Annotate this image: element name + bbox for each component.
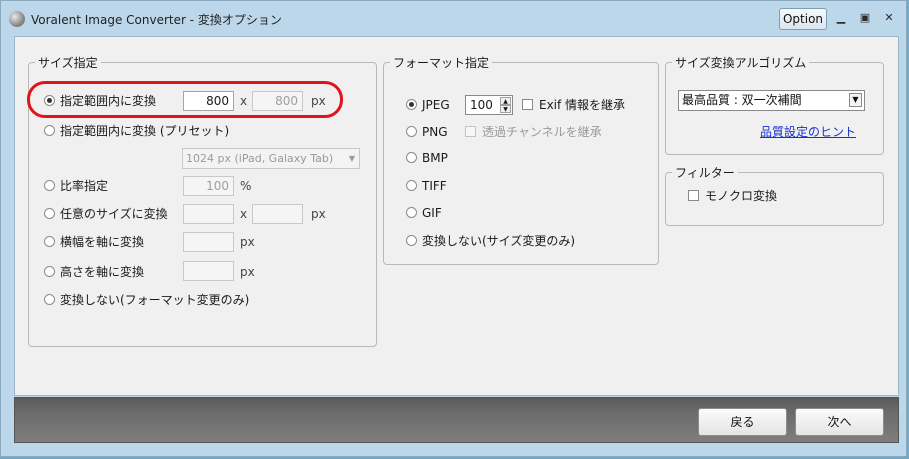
custom-x-label: x: [240, 207, 248, 221]
radio-format-none-label: 変換しない(サイズ変更のみ): [422, 234, 576, 248]
option-button[interactable]: Option: [779, 8, 827, 30]
radio-preset[interactable]: [44, 125, 55, 136]
chevron-down-icon: ▼: [849, 93, 862, 107]
app-icon: [9, 11, 25, 27]
radio-ratio[interactable]: [44, 180, 55, 191]
radio-ratio-label: 比率指定: [60, 179, 109, 193]
height-axis-input[interactable]: [183, 261, 234, 281]
quality-hint-link[interactable]: 品質設定のヒント: [760, 123, 856, 140]
custom-width-input[interactable]: [183, 204, 234, 224]
radio-bmp[interactable]: [406, 152, 417, 163]
exif-checkbox[interactable]: [522, 99, 533, 110]
radio-format-none[interactable]: [406, 235, 417, 246]
chevron-up-icon[interactable]: ▲: [500, 97, 511, 105]
jpeg-quality-value: 100: [470, 98, 493, 112]
mono-checkbox-label: モノクロ変換: [705, 189, 778, 203]
radio-size-none[interactable]: [44, 294, 55, 305]
radio-png[interactable]: [406, 126, 417, 137]
filter-group-title: フィルター: [672, 164, 738, 181]
radio-gif-label: GIF: [422, 206, 442, 220]
radio-height-axis[interactable]: [44, 266, 55, 277]
highlight-annotation: [27, 81, 343, 118]
custom-unit-label: px: [311, 207, 326, 221]
chevron-down-icon[interactable]: ▼: [500, 105, 511, 113]
ratio-unit-label: %: [240, 179, 252, 193]
algorithm-group-title: サイズ変換アルゴリズム: [672, 54, 810, 71]
window-title: Voralent Image Converter - 変換オプション: [31, 13, 282, 27]
close-icon[interactable]: ✕: [881, 11, 897, 25]
alpha-checkbox[interactable]: [465, 126, 476, 137]
maximize-icon[interactable]: ▣: [857, 11, 873, 25]
radio-tiff[interactable]: [406, 180, 417, 191]
alpha-checkbox-label: 透過チャンネルを継承: [482, 125, 602, 139]
next-button[interactable]: 次へ: [795, 408, 884, 436]
radio-tiff-label: TIFF: [422, 179, 447, 193]
radio-bmp-label: BMP: [422, 151, 448, 165]
size-group-title: サイズ指定: [35, 54, 101, 71]
format-group-title: フォーマット指定: [390, 54, 493, 71]
ratio-input[interactable]: 100: [183, 176, 234, 196]
minimize-icon[interactable]: ▁: [833, 11, 849, 25]
radio-height-axis-label: 高さを軸に変換: [60, 265, 145, 279]
radio-width-axis-label: 横幅を軸に変換: [60, 235, 145, 249]
chevron-down-icon: ▼: [348, 154, 355, 163]
radio-custom-label: 任意のサイズに変換: [60, 207, 168, 221]
title-bar[interactable]: Voralent Image Converter - 変換オプション Optio…: [1, 1, 908, 37]
jpeg-quality-stepper[interactable]: 100 ▲ ▼: [465, 95, 513, 115]
radio-png-label: PNG: [422, 125, 448, 139]
radio-size-none-label: 変換しない(フォーマット変更のみ): [60, 293, 250, 307]
exif-checkbox-label: Exif 情報を継承: [539, 98, 626, 112]
radio-custom[interactable]: [44, 208, 55, 219]
radio-jpeg[interactable]: [406, 99, 417, 110]
radio-gif[interactable]: [406, 207, 417, 218]
back-button[interactable]: 戻る: [698, 408, 787, 436]
radio-width-axis[interactable]: [44, 236, 55, 247]
mono-checkbox[interactable]: [688, 190, 699, 201]
preset-select-value: 1024 px (iPad, Galaxy Tab): [186, 152, 334, 165]
width-axis-unit-label: px: [240, 235, 255, 249]
height-axis-unit-label: px: [240, 265, 255, 279]
width-axis-input[interactable]: [183, 232, 234, 252]
custom-height-input[interactable]: [252, 204, 303, 224]
radio-jpeg-label: JPEG: [422, 98, 450, 112]
radio-preset-label: 指定範囲内に変換 (プリセット): [60, 124, 230, 138]
preset-select[interactable]: 1024 px (iPad, Galaxy Tab) ▼: [182, 148, 360, 169]
algorithm-select-value: 最高品質 : 双一次補間: [682, 93, 802, 107]
algorithm-select[interactable]: 最高品質 : 双一次補間 ▼: [678, 90, 865, 111]
